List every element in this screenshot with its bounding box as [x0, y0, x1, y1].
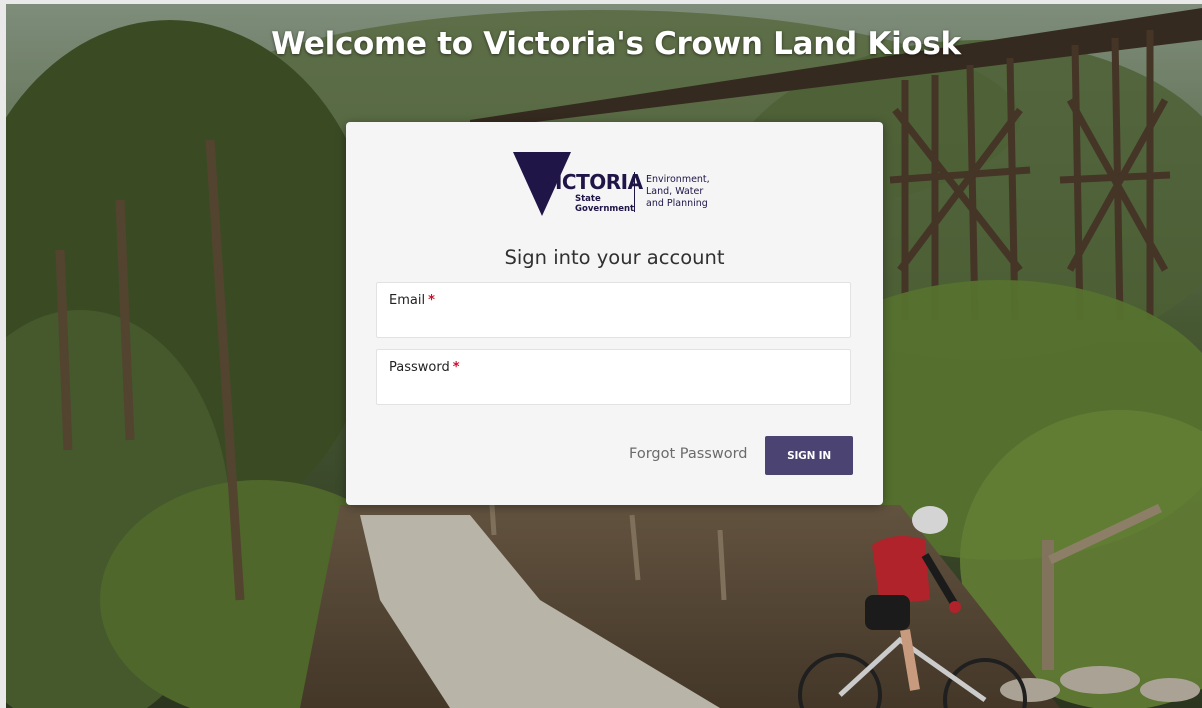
email-field[interactable]: Email * [376, 282, 851, 338]
logo-dept-line2: Land, Water [646, 186, 704, 197]
password-label: Password * [389, 360, 460, 375]
required-marker: * [452, 360, 460, 375]
logo-state-government: State Government [575, 194, 635, 214]
logo-divider [634, 172, 635, 212]
window-top-edge [0, 0, 1202, 4]
page-title: Welcome to Victoria's Crown Land Kiosk [271, 26, 961, 62]
email-label: Email * [389, 293, 435, 308]
logo-department: Environment, Land, Water and Planning [646, 174, 726, 210]
password-field[interactable]: Password * [376, 349, 851, 405]
required-marker: * [428, 293, 435, 308]
logo-state-line1: State [575, 194, 601, 204]
logo-state-line2: Government [575, 204, 635, 214]
logo-dept-line3: and Planning [646, 198, 708, 209]
logo-wordmark: VICTORIA [540, 170, 643, 194]
email-input[interactable] [389, 312, 839, 332]
email-label-text: Email [389, 293, 426, 308]
password-input[interactable] [389, 379, 839, 399]
password-label-text: Password [389, 360, 450, 375]
form-heading: Sign into your account [504, 246, 725, 269]
logo-dept-line1: Environment, [646, 174, 710, 185]
login-page: Welcome to Victoria's Crown Land Kiosk V… [0, 0, 1202, 708]
forgot-password-link[interactable]: Forgot Password [629, 446, 748, 462]
sign-in-button[interactable]: SIGN IN [765, 436, 853, 475]
window-left-edge [0, 0, 6, 708]
victoria-state-government-logo: VICTORIA State Government Environment, L… [513, 152, 723, 218]
login-card: VICTORIA State Government Environment, L… [346, 122, 883, 505]
